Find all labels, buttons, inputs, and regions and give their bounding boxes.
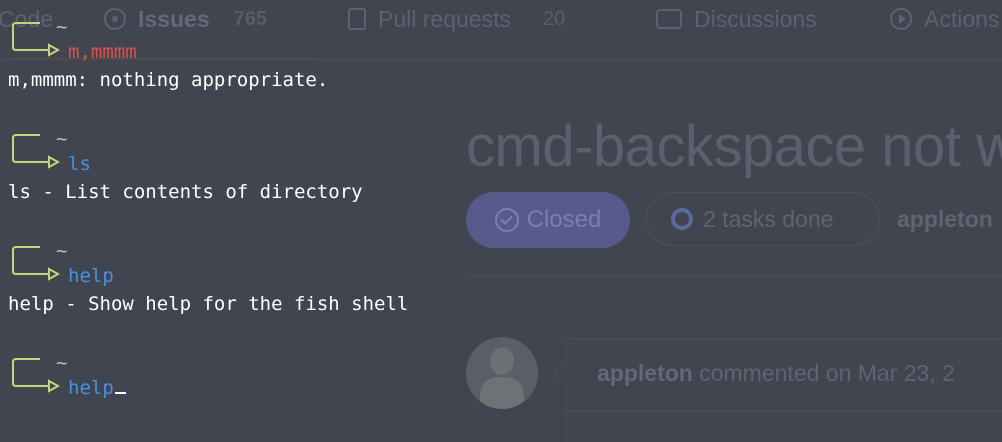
command-text: help xyxy=(68,265,114,287)
command-input[interactable]: help xyxy=(68,377,126,399)
prompt-directory: ~ xyxy=(56,128,68,150)
prompt-directory: ~ xyxy=(56,240,68,262)
terminal[interactable]: ~ m,mmmm m,mmmm: nothing appropriate. ~ … xyxy=(0,0,1002,442)
prompt-directory: ~ xyxy=(56,16,68,38)
prompt-arrow-icon xyxy=(12,246,60,281)
command-output: m,mmmm: nothing appropriate. xyxy=(8,69,329,91)
prompt-directory: ~ xyxy=(56,352,68,374)
command-output: ls - List contents of directory xyxy=(8,181,363,203)
prompt-arrow-icon xyxy=(12,134,60,169)
text-cursor xyxy=(114,392,126,394)
command-text: m,mmmm xyxy=(68,41,137,63)
current-command-text: help xyxy=(68,377,114,399)
command-text: ls xyxy=(68,153,91,175)
prompt-arrow-icon xyxy=(12,22,60,57)
prompt-arrow-icon xyxy=(12,358,60,393)
command-output: help - Show help for the fish shell xyxy=(8,293,409,315)
